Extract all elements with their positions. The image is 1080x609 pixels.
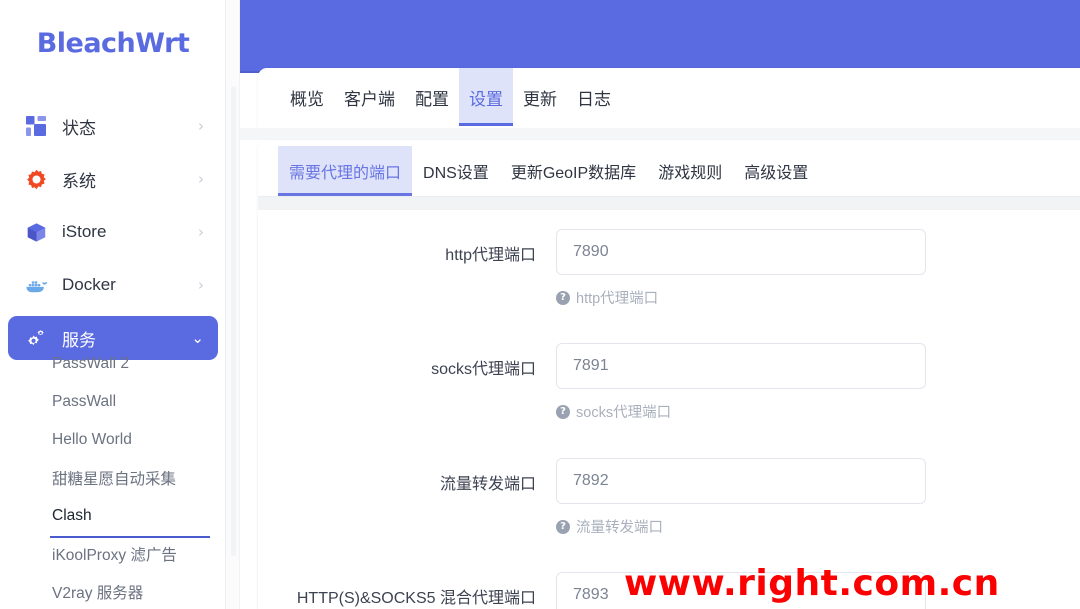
form-row-socks-port: socks代理端口 ? socks代理端口 — [258, 343, 1080, 422]
help-question-icon: ? — [556, 519, 570, 534]
tab-overview[interactable]: 概览 — [280, 68, 334, 126]
grid-icon — [24, 114, 48, 138]
tab-client[interactable]: 客户端 — [334, 68, 405, 126]
sidebar: BleachWrt 状态 › 系统 › iStore › Docker › 服务… — [0, 0, 226, 609]
chevron-right-icon: › — [198, 169, 204, 188]
subtab-update-geoip[interactable]: 更新GeoIP数据库 — [500, 146, 647, 196]
tab-update[interactable]: 更新 — [513, 68, 567, 126]
sidebar-subitem-clash[interactable]: Clash — [0, 497, 225, 535]
field-label: HTTP(S)&SOCKS5 混合代理端口 — [296, 590, 536, 607]
brand-logo: BleachWrt — [36, 28, 190, 59]
sidebar-item-label: iStore — [62, 222, 107, 241]
socks-proxy-port-input[interactable] — [556, 343, 926, 389]
tab-settings[interactable]: 设置 — [459, 68, 513, 126]
form-gap-strip — [258, 197, 1080, 210]
tab-config[interactable]: 配置 — [405, 68, 459, 126]
subtab-game-rules[interactable]: 游戏规则 — [647, 146, 733, 196]
sidebar-item-label: Docker — [62, 275, 116, 294]
active-subitem-underline — [50, 536, 210, 538]
sidebar-item-docker[interactable]: Docker › — [8, 263, 218, 307]
subtab-dns-settings[interactable]: DNS设置 — [412, 146, 500, 196]
sidebar-subitem-passwall2[interactable]: PassWall 2 — [0, 345, 225, 383]
sidebar-item-system[interactable]: 系统 › — [8, 157, 218, 201]
field-label: http代理端口 — [445, 247, 536, 264]
chevron-right-icon: › — [198, 116, 204, 135]
field-help-text: http代理端口 — [576, 291, 659, 307]
subtab-advanced-settings[interactable]: 高级设置 — [733, 146, 819, 196]
cube-icon — [24, 220, 48, 244]
chevron-right-icon: › — [198, 222, 204, 241]
card-gap-strip — [240, 128, 1080, 140]
sidebar-scrollbar-thumb[interactable] — [231, 86, 236, 556]
field-control: ? 流量转发端口 — [556, 458, 926, 537]
docker-whale-icon — [24, 273, 48, 297]
header-band — [240, 0, 1080, 72]
sidebar-subitem-tiantang[interactable]: 甜糖星愿自动采集 — [0, 459, 225, 497]
sidebar-subitem-passwall[interactable]: PassWall — [0, 383, 225, 421]
main-area: 概览 客户端 配置 设置 更新 日志 需要代理的端口 DNS设置 更新GeoIP… — [240, 0, 1080, 609]
subtab-proxy-ports[interactable]: 需要代理的端口 — [278, 146, 413, 196]
field-help-text: socks代理端口 — [576, 405, 672, 421]
sub-tabs: 需要代理的端口 DNS设置 更新GeoIP数据库 游戏规则 高级设置 — [258, 146, 819, 196]
tab-log[interactable]: 日志 — [567, 68, 621, 126]
chevron-right-icon: › — [198, 275, 204, 294]
field-label: 流量转发端口 — [439, 476, 536, 493]
sidebar-nav: 状态 › 系统 › iStore › Docker › 服务 ⌄ — [0, 104, 225, 369]
sidebar-subitem-ikoolproxy[interactable]: iKoolProxy 滤广告 — [0, 535, 225, 573]
chevron-down-icon: ⌄ — [191, 328, 204, 347]
help-question-icon: ? — [556, 404, 570, 419]
help-question-icon: ? — [556, 290, 570, 305]
gear-icon — [24, 167, 48, 191]
field-control: ? http代理端口 — [556, 229, 926, 308]
field-control: ? socks代理端口 — [556, 343, 926, 422]
sidebar-item-status[interactable]: 状态 › — [8, 104, 218, 148]
field-help-text: 流量转发端口 — [576, 520, 663, 536]
browser-page: BleachWrt 状态 › 系统 › iStore › Docker › 服务… — [0, 0, 1080, 609]
form-row-redir-port: 流量转发端口 ? 流量转发端口 — [258, 458, 1080, 537]
field-help: ? 流量转发端口 — [556, 516, 926, 537]
settings-form: http代理端口 ? http代理端口 socks代理端口 ? socks代理端… — [258, 210, 1080, 609]
sidebar-item-istore[interactable]: iStore › — [8, 210, 218, 254]
field-label: socks代理端口 — [431, 361, 536, 378]
sidebar-services-submenu: PassWall 2 PassWall Hello World 甜糖星愿自动采集… — [0, 345, 225, 609]
mixed-proxy-port-input[interactable] — [556, 572, 926, 609]
main-tabs: 概览 客户端 配置 设置 更新 日志 — [258, 68, 621, 128]
sidebar-item-label: 系统 — [62, 171, 96, 191]
field-help: ? socks代理端口 — [556, 401, 926, 422]
traffic-redirect-port-input[interactable] — [556, 458, 926, 504]
form-row-mixed-port: HTTP(S)&SOCKS5 混合代理端口 — [258, 572, 1080, 609]
http-proxy-port-input[interactable] — [556, 229, 926, 275]
field-control — [556, 572, 926, 609]
form-row-http-port: http代理端口 ? http代理端口 — [258, 229, 1080, 308]
sidebar-subitem-hello-world[interactable]: Hello World — [0, 421, 225, 459]
sidebar-item-label: 状态 — [62, 118, 96, 138]
sidebar-subitem-v2ray[interactable]: V2ray 服务器 — [0, 573, 225, 609]
field-help: ? http代理端口 — [556, 287, 926, 308]
